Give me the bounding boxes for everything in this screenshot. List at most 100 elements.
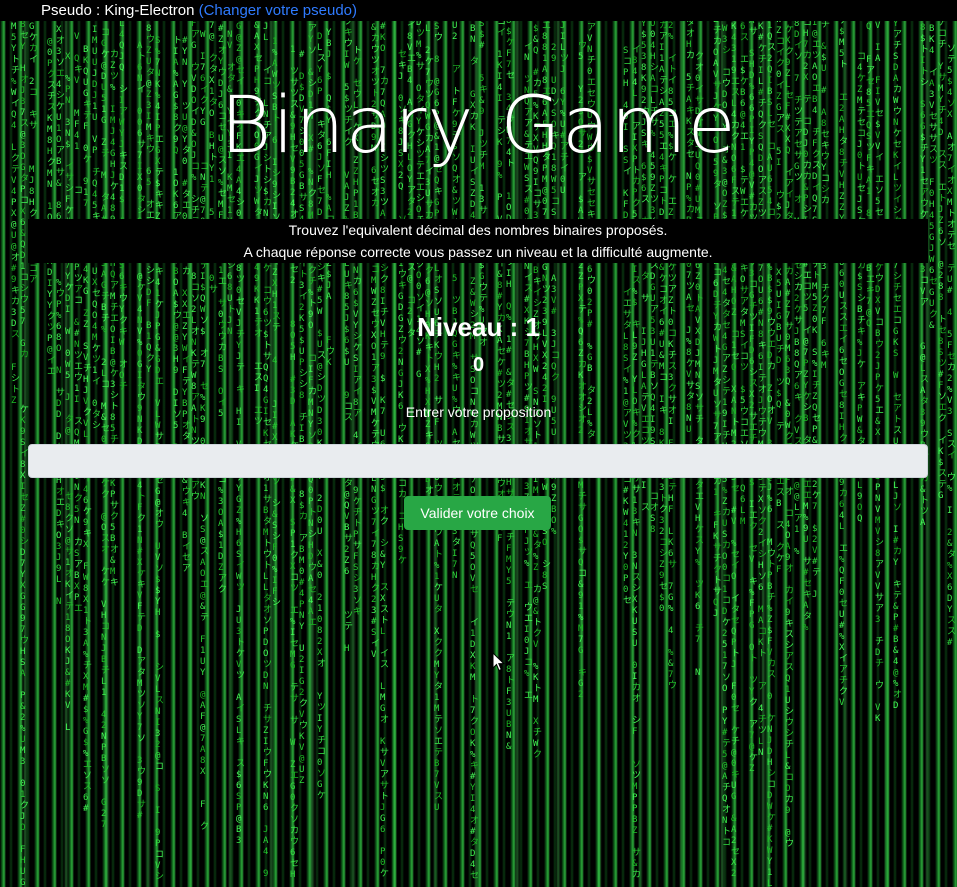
svg-text:X: X [182, 289, 188, 299]
svg-text:S: S [749, 49, 754, 59]
svg-text:5: 5 [110, 424, 115, 434]
svg-text:@: @ [344, 490, 350, 500]
svg-text:H: H [758, 561, 763, 571]
svg-text:$: $ [155, 586, 160, 596]
svg-text:ソ: ソ [272, 477, 281, 487]
svg-text:W: W [236, 572, 242, 582]
svg-text:チ: チ [713, 553, 722, 564]
svg-text:X: X [578, 294, 584, 304]
svg-text:M: M [947, 198, 953, 208]
svg-text:V: V [875, 582, 881, 592]
svg-text:J: J [326, 50, 331, 60]
svg-text:1: 1 [155, 289, 160, 299]
svg-text:U: U [425, 189, 430, 199]
svg-text:シ: シ [722, 376, 731, 386]
svg-text:S: S [155, 36, 160, 46]
svg-text:カ: カ [353, 276, 362, 287]
submit-button[interactable]: Valider votre choix [404, 496, 551, 530]
svg-text:P: P [290, 529, 296, 539]
svg-text:ツ: ツ [344, 611, 353, 621]
svg-text:9: 9 [551, 483, 556, 493]
svg-text:@: @ [722, 178, 728, 188]
svg-text:%: % [83, 716, 89, 726]
svg-text:ク: ク [137, 513, 146, 524]
svg-text:シ: シ [353, 574, 362, 584]
svg-text:ツ: ツ [668, 274, 677, 284]
svg-text:ウ: ウ [776, 190, 785, 201]
svg-text:#: # [299, 578, 305, 588]
svg-text:Y: Y [317, 725, 323, 735]
svg-text:6: 6 [839, 500, 844, 510]
svg-text:U: U [227, 294, 232, 304]
svg-text:Z: Z [533, 563, 539, 573]
svg-text:&: & [821, 42, 827, 52]
svg-text:J: J [731, 660, 736, 670]
svg-text:8: 8 [938, 293, 943, 303]
svg-text:オ: オ [650, 502, 659, 513]
answer-input[interactable] [28, 444, 928, 478]
svg-text:ケ: ケ [65, 205, 74, 216]
svg-text:J: J [380, 803, 385, 813]
svg-text:P: P [632, 804, 638, 814]
svg-text:ア: ア [749, 720, 758, 730]
svg-text:5: 5 [875, 197, 880, 207]
svg-text:イ: イ [785, 597, 794, 607]
svg-text:5: 5 [110, 523, 115, 533]
svg-text:ツ: ツ [749, 676, 758, 686]
svg-text:#: # [479, 41, 485, 51]
svg-text:8: 8 [542, 43, 547, 53]
svg-text:チ: チ [785, 739, 794, 750]
change-pseudo-link[interactable]: (Changer votre pseudo) [199, 2, 357, 19]
svg-text:K: K [200, 481, 206, 491]
svg-text:#: # [317, 285, 323, 295]
svg-text:S: S [353, 563, 358, 573]
svg-text:9: 9 [785, 806, 790, 816]
svg-text:サ: サ [299, 192, 308, 203]
svg-text:4: 4 [839, 511, 844, 521]
svg-text:B: B [173, 267, 178, 277]
svg-text:ア: ア [785, 652, 794, 662]
svg-text:4: 4 [110, 193, 115, 203]
svg-text:B: B [506, 720, 511, 730]
svg-text:%: % [533, 552, 539, 562]
svg-text:2: 2 [812, 480, 817, 490]
svg-text:2: 2 [20, 713, 25, 723]
svg-text:H: H [803, 29, 808, 39]
svg-text:X: X [290, 496, 296, 506]
svg-text:1: 1 [497, 50, 502, 60]
svg-text:N: N [155, 707, 160, 717]
svg-text:G: G [29, 22, 34, 32]
svg-text:%: % [326, 193, 332, 203]
svg-text:サ: サ [641, 293, 650, 304]
svg-text:シ: シ [533, 299, 542, 309]
svg-text:シ: シ [191, 195, 200, 205]
pseudo-label: Pseudo : King-Electron [41, 2, 194, 19]
svg-text:4: 4 [722, 266, 727, 276]
svg-text:N: N [308, 519, 313, 529]
svg-text:G: G [290, 782, 295, 792]
svg-text:5: 5 [317, 296, 322, 306]
svg-text:S: S [74, 549, 79, 559]
svg-text:1: 1 [434, 693, 439, 703]
svg-text:Y: Y [407, 175, 413, 185]
svg-text:N: N [587, 45, 592, 55]
svg-text:シ: シ [767, 769, 776, 779]
svg-text:I: I [20, 482, 25, 492]
svg-text:A: A [272, 59, 278, 69]
svg-text:カ: カ [794, 282, 803, 293]
svg-text:セ: セ [929, 276, 938, 287]
svg-text:ツ: ツ [497, 380, 506, 390]
svg-text:7: 7 [668, 582, 673, 592]
svg-text:G: G [578, 646, 583, 656]
svg-text:G: G [20, 592, 25, 602]
svg-text:セ: セ [182, 552, 191, 563]
svg-text:ス: ス [632, 573, 641, 583]
svg-text:6: 6 [83, 793, 88, 803]
svg-text:D: D [20, 251, 25, 261]
svg-text:H: H [29, 198, 34, 208]
svg-text:4: 4 [470, 860, 475, 870]
svg-text:サ: サ [587, 176, 596, 187]
svg-text:U: U [731, 781, 736, 791]
svg-text:L: L [893, 481, 898, 491]
svg-text:@: @ [893, 668, 899, 678]
